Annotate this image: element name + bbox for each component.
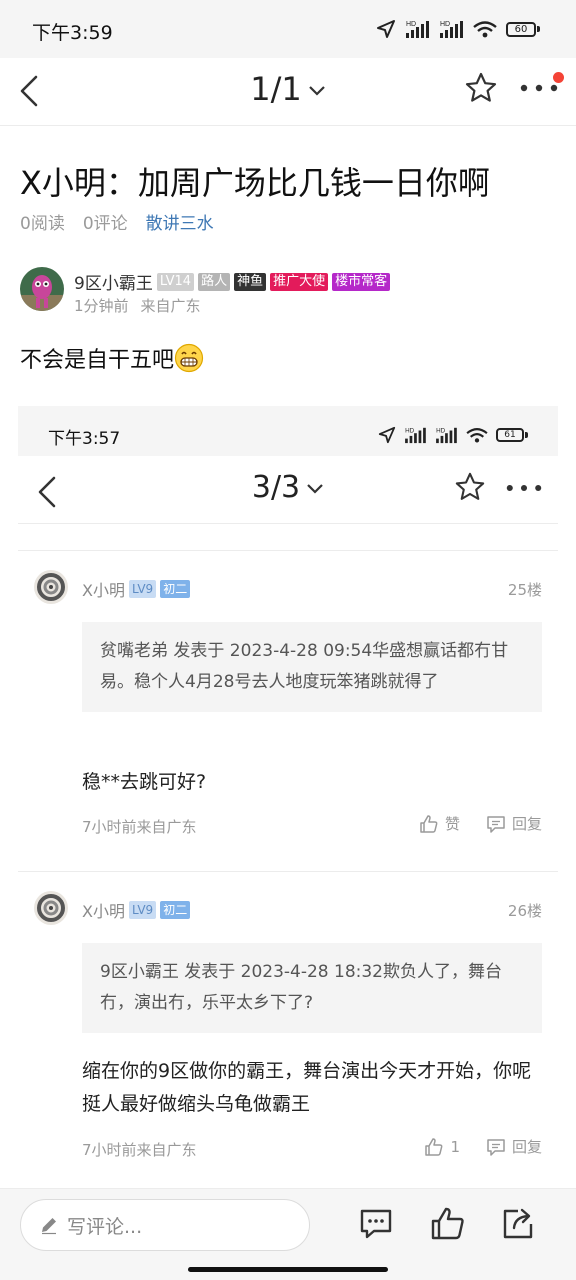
post-time: 1分钟前 — [74, 297, 129, 315]
hd-label: HD — [436, 427, 446, 434]
location-arrow-icon — [378, 426, 396, 444]
wifi-icon — [466, 428, 488, 443]
post-content-text: 不会是自干五吧 — [20, 348, 175, 373]
thumbs-up-icon[interactable] — [430, 1206, 466, 1242]
post-title: X小明：加周广场比几钱一日你啊 — [20, 164, 490, 202]
hd-label: HD — [406, 21, 416, 28]
level-badge: LV9 — [128, 580, 157, 598]
divider — [18, 550, 558, 551]
title-badge: 楼市常客 — [332, 272, 391, 291]
star-favorite-icon — [455, 472, 485, 500]
post-meta: 0阅读 0评论 散讲三水 — [20, 209, 214, 234]
level-badge: LV14 — [156, 272, 195, 291]
embedded-nav-bar: 3/3 — [18, 456, 558, 524]
share-icon[interactable] — [500, 1206, 536, 1242]
page-indicator: 1/1 — [250, 70, 302, 108]
signal-icon: HD — [405, 427, 426, 444]
status-icons: HD HD 60 — [376, 19, 540, 39]
comment-input-placeholder: 写评论... — [67, 1215, 143, 1238]
chevron-down-icon — [308, 86, 325, 96]
like-button: 赞 — [419, 813, 460, 834]
divider — [18, 871, 558, 872]
grin-emoji-icon — [174, 343, 204, 373]
signal-icon-2: HD — [440, 21, 463, 38]
signal-icon-2: HD — [436, 427, 457, 444]
comment-count: 0评论 — [82, 214, 128, 234]
reply-bubble-icon — [487, 1138, 505, 1156]
author-sub: 1分钟前 来自广东 — [74, 295, 201, 316]
comment-text: 缩在你的9区做你的霸王，舞台演出今天才开始，你呢挺人最好做缩头乌龟做霸王 — [82, 1060, 532, 1115]
status-bar: 下午3:59 HD HD 60 — [0, 0, 576, 58]
thumbs-up-icon — [425, 1137, 443, 1156]
reply-label: 回复 — [511, 1138, 542, 1156]
read-count: 0阅读 — [20, 214, 65, 234]
more-options-icon — [506, 484, 542, 492]
quoted-comment: 9区小霸王 发表于 2023-4-28 18:32欺负人了，舞台冇，演出冇，乐平… — [82, 943, 542, 1033]
level-badge: LV9 — [128, 901, 157, 919]
post-location: 来自广东 — [140, 297, 201, 315]
reply-button: 回复 — [486, 813, 542, 834]
comment-input[interactable]: 写评论... — [20, 1199, 310, 1251]
hd-label: HD — [440, 21, 450, 28]
author-info: 9区小霸王 LV14 路人 神鱼 推广大使 楼市常客 1分钟前 来自广东 — [20, 267, 560, 315]
floor-number: 25楼 — [507, 581, 542, 599]
comments-icon[interactable] — [358, 1206, 394, 1242]
comment-footer: 7小时前来自广东 赞 回复 — [82, 813, 542, 837]
title-badge: 推广大使 — [270, 272, 329, 291]
status-time: 下午3:59 — [32, 22, 113, 44]
comment-time: 7小时前来自广东 — [82, 818, 197, 836]
comment-user-row: X小明 LV9 初二 — [82, 577, 191, 601]
comment-user-row: X小明 LV9 初二 — [82, 898, 191, 922]
wifi-icon — [473, 21, 497, 38]
like-label: 赞 — [444, 815, 460, 833]
like-button: 1 — [424, 1137, 460, 1157]
post-content: 不会是自干五吧 — [20, 342, 204, 374]
comment-time: 7小时前来自广东 — [82, 1141, 197, 1159]
category-link[interactable]: 散讲三水 — [146, 209, 214, 234]
thumbs-up-icon — [420, 814, 438, 833]
top-nav-bar: 1/1 — [0, 58, 576, 126]
embedded-screenshot[interactable]: 下午3:57 HD HD 61 3/3 X小明 LV9 初二 25楼 贫嘴老弟 … — [18, 406, 558, 1188]
battery-level: 60 — [506, 21, 536, 37]
avatar — [34, 891, 68, 925]
rank-badge: 初二 — [160, 901, 191, 919]
notification-dot — [553, 72, 564, 83]
embedded-page-indicator: 3/3 — [251, 470, 301, 505]
embedded-status-icons: HD HD 61 — [378, 426, 528, 444]
battery-level: 61 — [496, 428, 524, 442]
title-badge: 路人 — [198, 272, 231, 291]
floor-number: 26楼 — [507, 902, 542, 920]
reply-label: 回复 — [511, 815, 542, 833]
home-indicator[interactable] — [188, 1267, 388, 1272]
quoted-comment: 贫嘴老弟 发表于 2023-4-28 09:54华盛想赢话都冇甘易。稳个人4月2… — [82, 622, 542, 712]
location-arrow-icon — [377, 20, 395, 38]
title-badge: 神鱼 — [234, 272, 267, 291]
reply-bubble-icon — [487, 815, 505, 833]
comment-username: X小明 — [82, 581, 125, 600]
like-count: 1 — [450, 1137, 460, 1156]
signal-icon: HD — [406, 21, 429, 38]
author-name-row: 9区小霸王 LV14 路人 神鱼 推广大使 楼市常客 — [74, 269, 391, 294]
reply-button: 回复 — [486, 1136, 542, 1157]
chevron-down-icon — [307, 483, 323, 494]
embedded-status-time: 下午3:57 — [48, 429, 121, 449]
pencil-icon — [42, 1218, 56, 1235]
comment-text: 稳**去跳可好? — [82, 771, 207, 793]
hd-label: HD — [405, 427, 415, 434]
avatar[interactable] — [20, 267, 64, 311]
battery-icon: 60 — [506, 21, 540, 37]
comment-username: X小明 — [82, 902, 125, 921]
embedded-status-bar: 下午3:57 HD HD 61 — [18, 406, 558, 456]
more-options-icon[interactable] — [520, 84, 558, 92]
author-name[interactable]: 9区小霸王 — [74, 269, 153, 294]
comment-footer: 7小时前来自广东 1 回复 — [82, 1136, 542, 1160]
star-favorite-icon[interactable] — [464, 71, 498, 105]
avatar — [34, 570, 68, 604]
battery-icon: 61 — [496, 428, 528, 442]
rank-badge: 初二 — [160, 580, 191, 598]
